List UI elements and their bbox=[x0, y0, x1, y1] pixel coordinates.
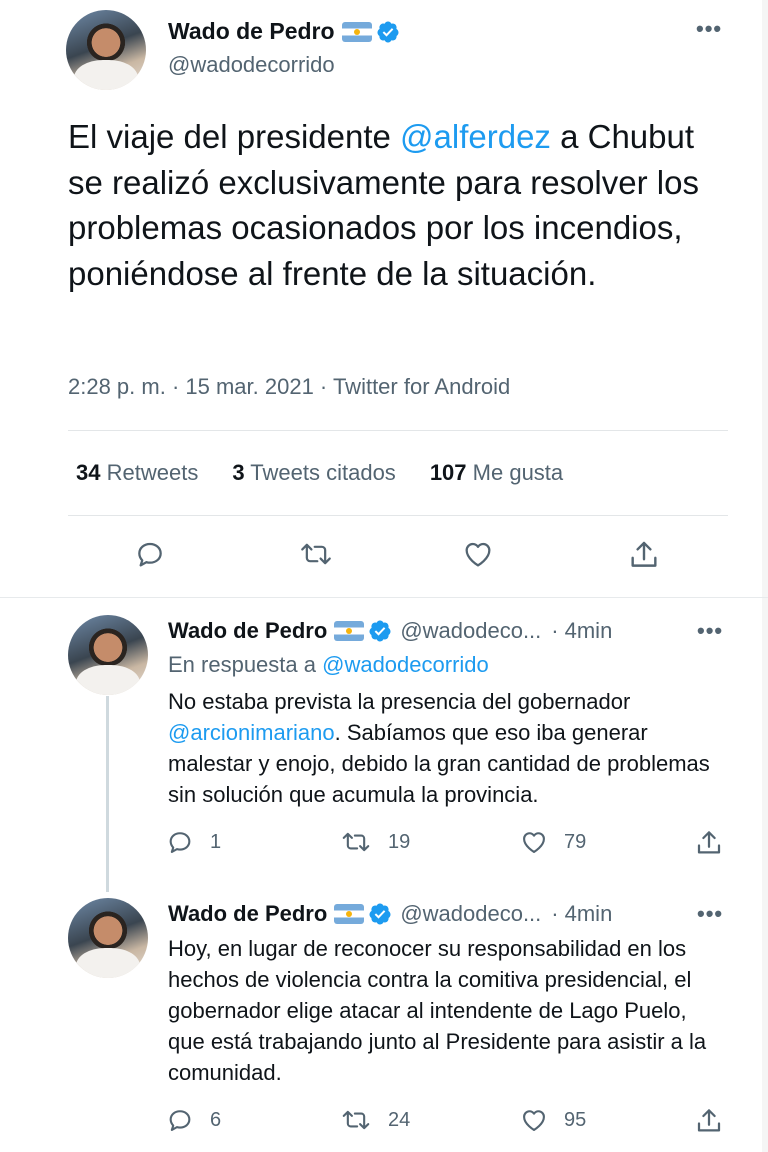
separator-dot: · bbox=[551, 618, 559, 643]
like-icon bbox=[523, 1110, 545, 1131]
retweet-count: 19 bbox=[388, 830, 411, 853]
retweet-icon bbox=[342, 1110, 370, 1130]
like-icon bbox=[523, 832, 545, 853]
more-icon[interactable]: ••• bbox=[697, 901, 723, 927]
avatar[interactable] bbox=[66, 10, 146, 90]
tweet-time[interactable]: 4min bbox=[565, 618, 613, 644]
tweet-text-part: No estaba prevista la presencia del gobe… bbox=[168, 689, 631, 714]
tweet-actions bbox=[0, 538, 768, 578]
argentina-flag-icon bbox=[341, 21, 372, 42]
author-row: Wado de Pedro bbox=[168, 18, 400, 45]
divider bbox=[68, 515, 728, 516]
tweet-meta[interactable]: 2:28 p. m. · 15 mar. 2021 · Twitter for … bbox=[68, 374, 510, 400]
tweet-time[interactable]: 4min bbox=[565, 901, 613, 927]
author-row: Wado de Pedro @wadodeco... · 4min bbox=[168, 901, 612, 927]
retweet-count: 24 bbox=[388, 1108, 411, 1131]
more-icon[interactable]: ••• bbox=[697, 618, 723, 644]
tweet-actions: 1 19 79 bbox=[0, 828, 768, 862]
reply-icon[interactable] bbox=[134, 538, 166, 570]
author-name[interactable]: Wado de Pedro bbox=[168, 18, 335, 45]
like-action[interactable]: 95 bbox=[520, 1106, 586, 1134]
section-divider bbox=[0, 597, 768, 598]
tweet-text: Hoy, en lugar de reconocer su responsabi… bbox=[168, 936, 707, 1085]
mention-link[interactable]: @arcionimariano bbox=[168, 720, 335, 745]
retweet-action[interactable]: 19 bbox=[340, 828, 410, 856]
mention-link[interactable]: @alferdez bbox=[400, 118, 551, 155]
reply-icon bbox=[169, 1110, 191, 1131]
author-handle[interactable]: @wadodeco... bbox=[400, 901, 541, 927]
divider bbox=[68, 430, 728, 431]
share-icon[interactable] bbox=[627, 538, 661, 572]
retweets-stat[interactable]: 34 Retweets bbox=[76, 460, 198, 486]
verified-icon bbox=[368, 619, 392, 643]
reply-action[interactable]: 6 bbox=[166, 1106, 221, 1134]
author-name[interactable]: Wado de Pedro bbox=[168, 901, 327, 927]
reply-count: 6 bbox=[210, 1108, 222, 1131]
reply-count: 1 bbox=[210, 830, 222, 853]
tweet-text: El viaje del presidente @alferdez a Chub… bbox=[68, 114, 728, 296]
retweet-action[interactable]: 24 bbox=[340, 1106, 410, 1134]
like-count: 95 bbox=[564, 1108, 587, 1131]
argentina-flag-icon bbox=[334, 904, 365, 924]
author-name[interactable]: Wado de Pedro bbox=[168, 618, 327, 644]
verified-icon bbox=[368, 902, 392, 926]
main-tweet: Wado de Pedro @wadodecorrido ••• El viaj… bbox=[0, 0, 768, 598]
tweet-text: No estaba prevista la presencia del gobe… bbox=[168, 686, 728, 810]
retweet-icon[interactable] bbox=[299, 538, 333, 570]
quotes-stat[interactable]: 3 Tweets citados bbox=[232, 460, 395, 486]
avatar[interactable] bbox=[68, 898, 148, 978]
tweet-actions: 6 24 95 bbox=[0, 1106, 768, 1140]
like-icon[interactable] bbox=[462, 538, 494, 570]
tweet-text-part: El viaje del presidente bbox=[68, 118, 401, 155]
author-handle[interactable]: @wadodeco... bbox=[400, 618, 541, 644]
separator-dot: · bbox=[551, 901, 559, 926]
share-icon[interactable] bbox=[694, 828, 724, 858]
in-reply-to: En respuesta a @wadodecorrido bbox=[168, 652, 489, 678]
argentina-flag-icon bbox=[334, 621, 365, 641]
in-reply-prefix: En respuesta a bbox=[168, 652, 323, 677]
author-handle[interactable]: @wadodecorrido bbox=[168, 52, 335, 78]
reply-action[interactable]: 1 bbox=[166, 828, 221, 856]
share-icon[interactable] bbox=[694, 1106, 724, 1136]
in-reply-handle-link[interactable]: @wadodecorrido bbox=[322, 652, 489, 677]
avatar[interactable] bbox=[68, 615, 148, 695]
like-count: 79 bbox=[564, 830, 587, 853]
retweet-icon bbox=[342, 832, 370, 852]
tweet-stats: 34 Retweets 3 Tweets citados 107 Me gust… bbox=[76, 460, 597, 486]
likes-stat[interactable]: 107 Me gusta bbox=[430, 460, 563, 486]
author-row: Wado de Pedro @wadodeco... · 4min bbox=[168, 618, 612, 644]
like-action[interactable]: 79 bbox=[520, 828, 586, 856]
thread-line bbox=[106, 696, 109, 892]
more-icon[interactable]: ••• bbox=[696, 16, 722, 42]
reply-icon bbox=[169, 832, 191, 853]
verified-icon bbox=[376, 20, 400, 44]
